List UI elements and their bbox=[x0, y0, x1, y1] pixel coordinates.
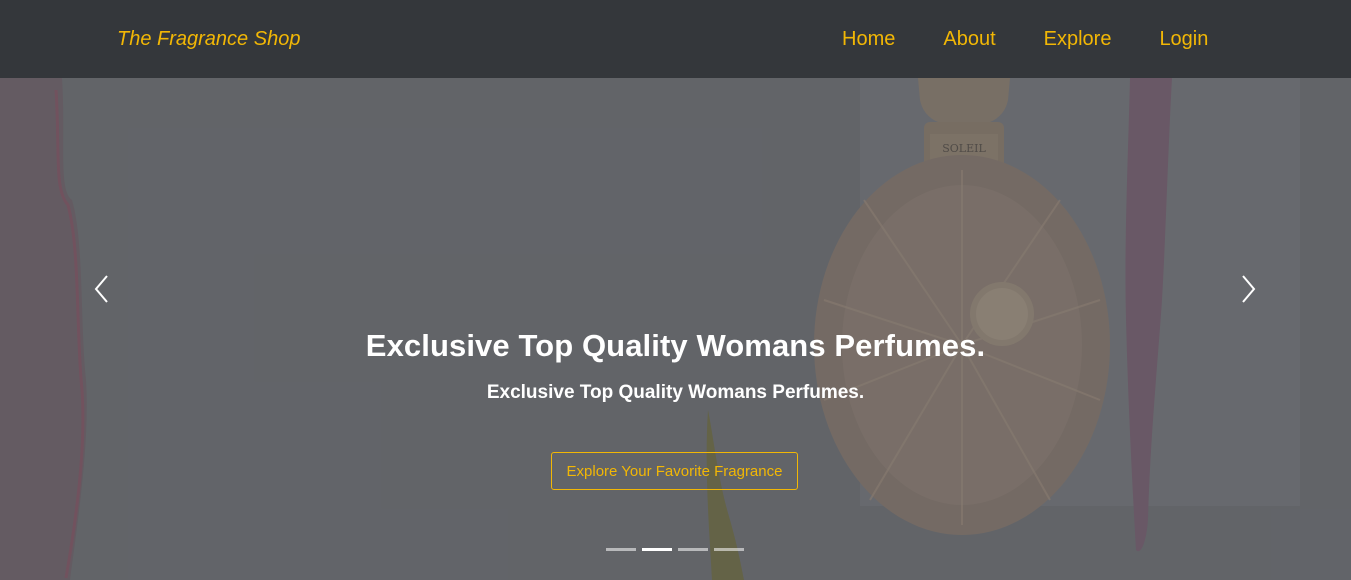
brand-logo-link[interactable]: The Fragrance Shop bbox=[117, 28, 300, 51]
nav-link-explore[interactable]: Explore bbox=[1044, 28, 1112, 51]
nav-links: Home About Explore Login bbox=[842, 28, 1208, 51]
hero-carousel: SOLEIL Exclusive Top Quality Womans Perf… bbox=[0, 78, 1351, 580]
hero-title: Exclusive Top Quality Womans Perfumes. bbox=[365, 328, 986, 363]
chevron-right-icon bbox=[1242, 275, 1256, 303]
carousel-prev-button[interactable] bbox=[90, 274, 114, 304]
nav-link-about[interactable]: About bbox=[943, 28, 995, 51]
navbar: The Fragrance Shop Home About Explore Lo… bbox=[0, 0, 1351, 78]
chevron-left-icon bbox=[94, 275, 108, 303]
carousel-indicator-1[interactable] bbox=[606, 548, 636, 551]
nav-link-home[interactable]: Home bbox=[842, 28, 895, 51]
carousel-next-button[interactable] bbox=[1236, 274, 1260, 304]
carousel-indicator-3[interactable] bbox=[678, 548, 708, 551]
carousel-indicator-2[interactable] bbox=[642, 548, 672, 551]
carousel-indicators bbox=[606, 548, 750, 551]
nav-link-login[interactable]: Login bbox=[1159, 28, 1208, 51]
carousel-indicator-4[interactable] bbox=[714, 548, 744, 551]
explore-fragrance-button[interactable]: Explore Your Favorite Fragrance bbox=[551, 452, 798, 490]
hero-subtitle: Exclusive Top Quality Womans Perfumes. bbox=[486, 382, 865, 403]
